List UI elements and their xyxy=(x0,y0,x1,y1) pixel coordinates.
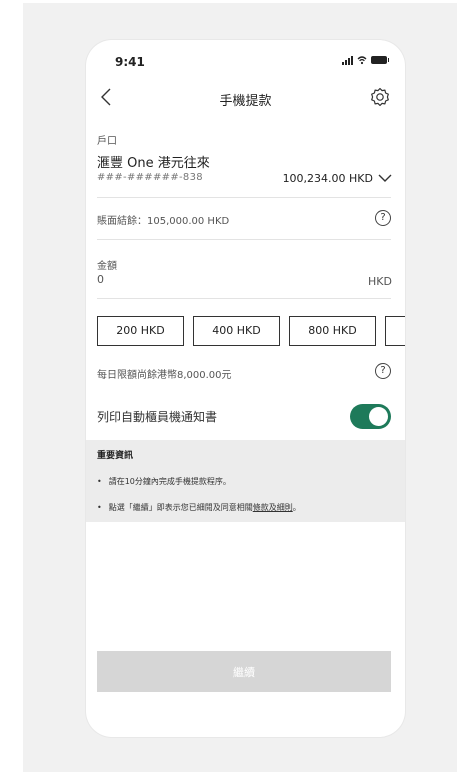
info-item: • 請在10分鐘內完成手機提款程序。 xyxy=(97,476,231,487)
info-item-text: 請在10分鐘內完成手機提款程序。 xyxy=(108,477,231,486)
help-icon[interactable]: ? xyxy=(375,363,391,379)
page-title: 手機提款 xyxy=(219,94,272,109)
status-icons xyxy=(342,55,389,65)
continue-button[interactable]: 繼續 xyxy=(97,651,391,692)
divider xyxy=(97,239,391,240)
account-name: 滙豐 One 港元往來 xyxy=(97,156,210,171)
amount-currency: HKD xyxy=(368,275,392,288)
status-bar: 9:41 xyxy=(86,40,405,76)
help-icon[interactable]: ? xyxy=(375,210,391,226)
quick-amount-button-partial[interactable] xyxy=(385,316,405,346)
status-time: 9:41 xyxy=(115,55,145,69)
divider xyxy=(97,298,391,299)
signal-icon xyxy=(342,55,353,65)
nav-bar: 手機提款 xyxy=(86,84,405,114)
important-info-title: 重要資訊 xyxy=(97,451,134,461)
daily-limit-text: 每日限額尚餘港幣8,000.00元 xyxy=(97,370,232,381)
print-notice-label: 列印自動櫃員機通知書 xyxy=(97,410,218,424)
gear-icon[interactable] xyxy=(369,86,391,108)
wifi-icon xyxy=(357,56,367,65)
account-number: ###-######-838 xyxy=(97,172,203,183)
important-info-panel: 重要資訊 • 請在10分鐘內完成手機提款程序。 • 點選「繼續」即表示您已細閱及同意… xyxy=(86,440,405,522)
bullet: • xyxy=(97,477,102,486)
quick-amount-button[interactable]: 400 HKD xyxy=(193,316,280,346)
bullet: • xyxy=(97,503,102,512)
print-notice-toggle[interactable] xyxy=(350,404,391,429)
info-item-text: 點選「繼續」即表示您已細閱及同意相關 xyxy=(108,503,253,512)
toggle-knob xyxy=(369,407,388,426)
phone-frame: 9:41 手機提款 戶口 滙豐 One 港元往來 ###-######-838 … xyxy=(86,40,405,737)
amount-input[interactable] xyxy=(97,273,347,286)
battery-icon xyxy=(371,56,389,64)
chevron-down-icon[interactable] xyxy=(378,172,392,184)
quick-amount-button[interactable]: 800 HKD xyxy=(289,316,376,346)
account-label: 戶口 xyxy=(97,136,117,147)
amount-label: 金額 xyxy=(97,261,117,272)
terms-link[interactable]: 條款及細則 xyxy=(253,503,293,512)
divider xyxy=(97,197,391,198)
info-item: • 點選「繼續」即表示您已細閱及同意相關條款及細則。 xyxy=(97,502,301,513)
account-balance: 100,234.00 HKD xyxy=(282,172,373,185)
ledger-balance: 賬面結餘：105,000.00 HKD xyxy=(97,216,230,227)
quick-amount-button[interactable]: 200 HKD xyxy=(97,316,184,346)
info-item-suffix: 。 xyxy=(292,503,301,512)
